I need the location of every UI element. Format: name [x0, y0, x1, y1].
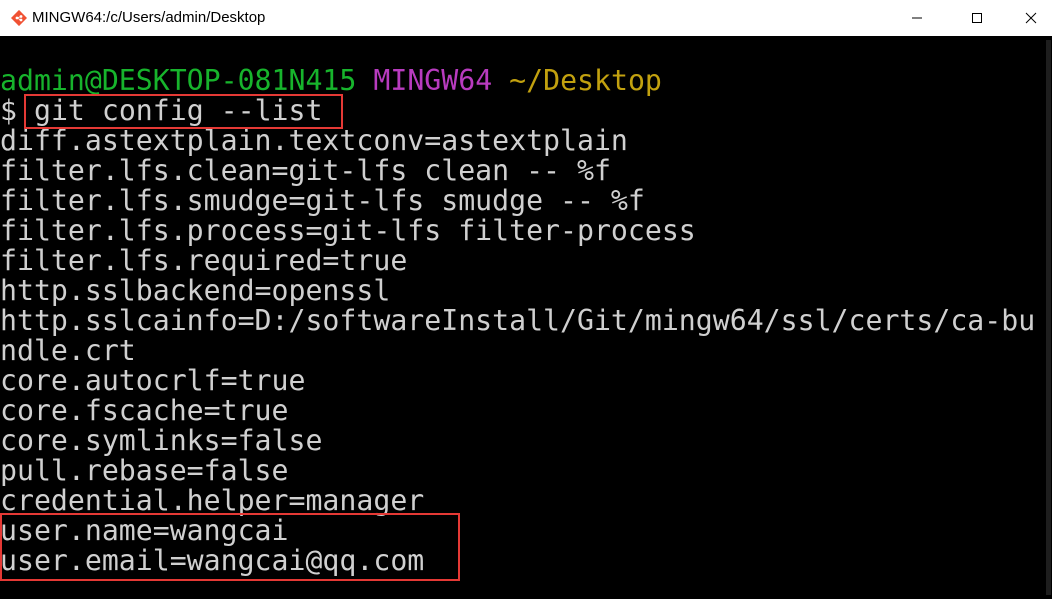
minimize-button[interactable] [894, 0, 940, 36]
output-line: filter.lfs.required=true [0, 244, 408, 277]
terminal-output-area[interactable]: admin@DESKTOP-081N415 MINGW64 ~/Desktop … [0, 36, 1044, 599]
terminal-window: MINGW64:/c/Users/admin/Desktop admin@DES… [0, 0, 1052, 599]
output-line: core.fscache=true [0, 394, 289, 427]
output-line: core.symlinks=false [0, 424, 323, 457]
command-line: $ git config --list [0, 96, 322, 126]
maximize-button[interactable] [954, 0, 1000, 36]
git-bash-icon [11, 10, 27, 26]
prompt-line: admin@DESKTOP-081N415 MINGW64 ~/Desktop [0, 66, 662, 96]
command-text: git config --list [33, 94, 323, 127]
close-button[interactable] [1008, 0, 1052, 36]
prompt-cwd: ~/Desktop [509, 64, 662, 97]
close-icon [1025, 12, 1037, 24]
output-line: pull.rebase=false [0, 454, 289, 487]
prompt-symbol: $ [0, 94, 17, 127]
output-line: http.sslbackend=openssl [0, 274, 391, 307]
output-line-user-email: user.email=wangcai@qq.com [0, 544, 425, 577]
output-line: filter.lfs.smudge=git-lfs smudge -- %f [0, 184, 645, 217]
maximize-icon [972, 13, 982, 23]
prompt-user-host: admin@DESKTOP-081N415 [0, 64, 357, 97]
output-line-user-name: user.name=wangcai [0, 514, 289, 547]
window-title: MINGW64:/c/Users/admin/Desktop [32, 9, 266, 26]
prompt-system: MINGW64 [373, 64, 493, 97]
title-bar[interactable]: MINGW64:/c/Users/admin/Desktop [0, 0, 1052, 36]
output-line: ndle.crt [0, 334, 136, 367]
output-line: core.autocrlf=true [0, 364, 306, 397]
output-line: filter.lfs.clean=git-lfs clean -- %f [0, 154, 611, 187]
minimize-icon [912, 17, 922, 19]
output-line: credential.helper=manager [0, 484, 425, 517]
output-line: diff.astextplain.textconv=astextplain [0, 124, 628, 157]
output-line: http.sslcainfo=D:/softwareInstall/Git/mi… [0, 304, 1036, 337]
scrollbar-thumb[interactable] [1046, 40, 1051, 595]
output-line: filter.lfs.process=git-lfs filter-proces… [0, 214, 696, 247]
